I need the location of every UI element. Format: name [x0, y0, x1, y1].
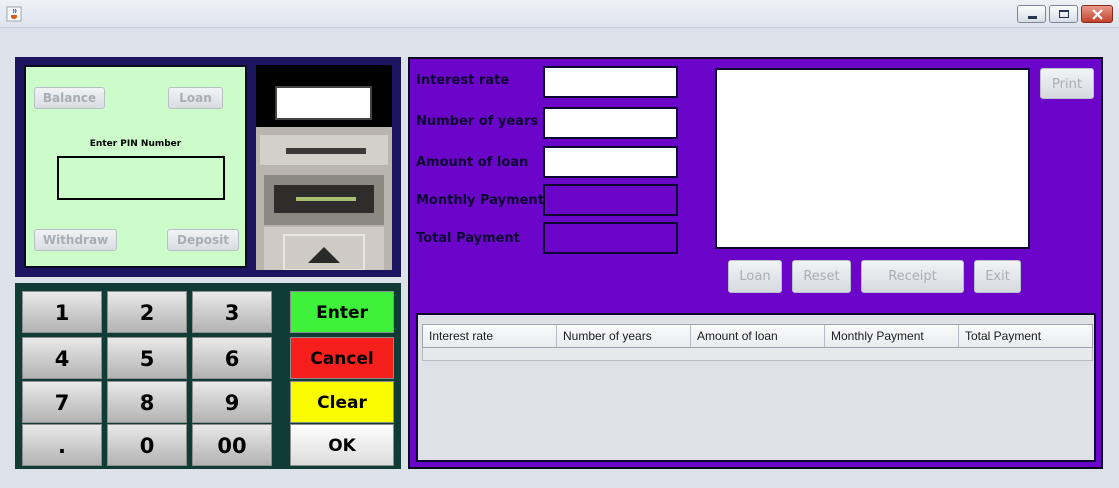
- key-dot[interactable]: .: [22, 424, 102, 466]
- key-7[interactable]: 7: [22, 381, 102, 423]
- key-8[interactable]: 8: [107, 381, 187, 423]
- total-payment-field: [543, 222, 678, 254]
- column-header[interactable]: Total Payment: [959, 325, 1092, 347]
- pin-panel: Balance Loan Enter PIN Number Withdraw D…: [24, 65, 247, 268]
- years-label: Number of years: [416, 114, 539, 129]
- deposit-button[interactable]: Deposit: [167, 229, 239, 251]
- loan-table: Interest rate Number of years Amount of lo…: [416, 313, 1096, 462]
- receipt-button[interactable]: Receipt: [861, 260, 964, 293]
- atm-machine-image: [256, 65, 392, 270]
- reset-button[interactable]: Reset: [792, 260, 851, 293]
- withdraw-button[interactable]: Withdraw: [34, 229, 117, 251]
- table-header: Interest rate Number of years Amount of lo…: [422, 324, 1093, 348]
- column-header[interactable]: Number of years: [557, 325, 691, 347]
- key-5[interactable]: 5: [107, 337, 187, 379]
- print-button[interactable]: Print: [1040, 68, 1094, 99]
- key-9[interactable]: 9: [192, 381, 272, 423]
- maximize-button[interactable]: [1049, 5, 1078, 23]
- column-header[interactable]: Monthly Payment: [825, 325, 959, 347]
- minimize-button[interactable]: [1017, 5, 1046, 23]
- total-payment-label: Total Payment: [416, 231, 520, 246]
- key-1[interactable]: 1: [22, 291, 102, 333]
- amount-field[interactable]: [543, 146, 678, 178]
- column-header[interactable]: Interest rate: [423, 325, 557, 347]
- key-0[interactable]: 0: [107, 424, 187, 466]
- key-4[interactable]: 4: [22, 337, 102, 379]
- table-body[interactable]: [422, 348, 1093, 361]
- cancel-button[interactable]: Cancel: [290, 337, 394, 379]
- key-3[interactable]: 3: [192, 291, 272, 333]
- clear-button[interactable]: Clear: [290, 381, 394, 423]
- pin-prompt: Enter PIN Number: [89, 139, 182, 149]
- interest-rate-field[interactable]: [543, 66, 678, 98]
- monthly-payment-field: [543, 184, 678, 216]
- loan-button[interactable]: Loan: [728, 260, 782, 293]
- interest-rate-label: Interest rate: [416, 73, 510, 88]
- pin-input[interactable]: [57, 156, 225, 200]
- close-button[interactable]: [1081, 5, 1113, 23]
- loan-menu-button[interactable]: Loan: [168, 87, 223, 109]
- receipt-textarea[interactable]: [715, 68, 1030, 249]
- enter-button[interactable]: Enter: [290, 291, 394, 333]
- minimize-icon: [1028, 16, 1037, 19]
- key-6[interactable]: 6: [192, 337, 272, 379]
- java-cup-icon: [6, 6, 22, 22]
- exit-button[interactable]: Exit: [974, 260, 1021, 293]
- column-header[interactable]: Amount of loan: [691, 325, 825, 347]
- amount-label: Amount of loan: [416, 155, 529, 170]
- key-2[interactable]: 2: [107, 291, 187, 333]
- balance-button[interactable]: Balance: [34, 87, 105, 109]
- window-title-bar: [0, 0, 1119, 28]
- key-00[interactable]: 00: [192, 424, 272, 466]
- monthly-payment-label: Monthly Payment: [416, 193, 544, 208]
- close-icon: [1092, 9, 1103, 20]
- maximize-icon: [1059, 10, 1069, 18]
- ok-button[interactable]: OK: [290, 424, 394, 466]
- years-field[interactable]: [543, 107, 678, 139]
